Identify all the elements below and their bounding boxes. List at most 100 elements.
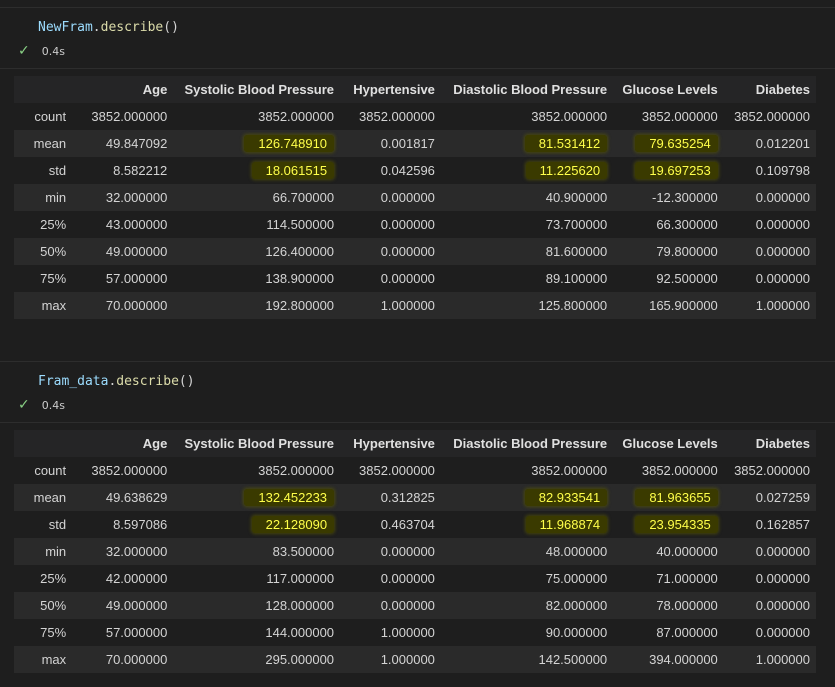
table-row: 75% 57.000000 138.900000 0.000000 89.100000 9… [14, 265, 816, 292]
table-cell: 70.000000 [74, 292, 174, 319]
table-cell: 57.000000 [74, 619, 174, 646]
row-label: 75% [14, 265, 75, 292]
table-cell: 295.000000 [173, 646, 341, 673]
column-header-diastolic: Diastolic Blood Pressure [440, 430, 614, 457]
execution-status: ✓ 0.4s [18, 44, 65, 58]
table-cell: 0.000000 [723, 538, 816, 565]
table-cell: 11.225620 [440, 157, 614, 184]
column-header-index [14, 430, 75, 457]
table-cell: -12.300000 [613, 184, 724, 211]
table-cell: 42.000000 [74, 565, 174, 592]
column-header-glucose: Glucose Levels [613, 430, 724, 457]
code-cell-2[interactable]: Fram_data.describe() ✓ 0.4s [0, 361, 835, 423]
table-cell: 49.638629 [74, 484, 174, 511]
table-cell: 11.968874 [440, 511, 614, 538]
table-cell: 82.000000 [440, 592, 614, 619]
table-cell: 1.000000 [723, 646, 816, 673]
code-line[interactable]: NewFram.describe() [38, 20, 179, 35]
table-cell: 0.463704 [340, 511, 441, 538]
table-cell: 48.000000 [440, 538, 614, 565]
highlighted-value: 23.954335 [635, 516, 718, 533]
table-cell: 0.000000 [340, 592, 441, 619]
table-cell: 8.582212 [74, 157, 174, 184]
table-cell: 19.697253 [613, 157, 724, 184]
table-cell: 0.000000 [340, 538, 441, 565]
table-cell: 75.000000 [440, 565, 614, 592]
table-cell: 0.162857 [723, 511, 816, 538]
row-label: 25% [14, 211, 75, 238]
row-label: std [14, 157, 75, 184]
describe-output-table-1: Age Systolic Blood Pressure Hypertensive… [14, 76, 816, 319]
table-cell: 144.000000 [173, 619, 341, 646]
code-cell-1[interactable]: NewFram.describe() ✓ 0.4s [0, 7, 835, 69]
table-cell: 40.000000 [613, 538, 724, 565]
highlighted-value: 132.452233 [244, 489, 335, 506]
table-cell: 22.128090 [173, 511, 341, 538]
table-cell: 0.000000 [723, 592, 816, 619]
highlighted-value: 18.061515 [251, 162, 335, 179]
table-cell: 0.000000 [723, 211, 816, 238]
row-label: std [14, 511, 75, 538]
code-parens: () [178, 374, 195, 389]
table-cell: 132.452233 [173, 484, 341, 511]
table-cell: 3852.000000 [173, 103, 341, 130]
table-cell: 71.000000 [613, 565, 724, 592]
highlighted-value: 81.531412 [524, 135, 608, 152]
column-header-systolic: Systolic Blood Pressure [173, 430, 341, 457]
table-cell: 3852.000000 [723, 457, 816, 484]
table-cell: 79.635254 [613, 130, 724, 157]
code-line[interactable]: Fram_data.describe() [38, 374, 195, 389]
table-cell: 0.000000 [723, 238, 816, 265]
table-cell: 3852.000000 [723, 103, 816, 130]
code-dot: . [92, 20, 101, 35]
table-cell: 126.400000 [173, 238, 341, 265]
table-cell: 66.300000 [613, 211, 724, 238]
highlighted-value: 82.933541 [524, 489, 608, 506]
table-row: std 8.582212 18.061515 0.042596 11.225620 19.… [14, 157, 816, 184]
table-cell: 0.000000 [723, 265, 816, 292]
table-cell: 0.000000 [340, 565, 441, 592]
table-cell: 82.933541 [440, 484, 614, 511]
highlighted-value: 11.968874 [525, 516, 608, 533]
table-cell: 0.000000 [723, 565, 816, 592]
table-row: min 32.000000 66.700000 0.000000 40.900000 -1… [14, 184, 816, 211]
execution-time: 0.4s [41, 44, 65, 58]
header-row: Age Systolic Blood Pressure Hypertensive… [14, 430, 816, 457]
table-cell: 81.963655 [613, 484, 724, 511]
table-row: mean 49.638629 132.452233 0.312825 82.933541… [14, 484, 816, 511]
table-cell: 40.900000 [440, 184, 614, 211]
table-cell: 1.000000 [340, 619, 441, 646]
execution-time: 0.4s [41, 398, 65, 412]
table-cell: 49.847092 [74, 130, 174, 157]
row-label: 50% [14, 238, 75, 265]
column-header-glucose: Glucose Levels [613, 76, 724, 103]
table-cell: 3852.000000 [340, 103, 441, 130]
table-cell: 8.597086 [74, 511, 174, 538]
table-cell: 3852.000000 [613, 103, 724, 130]
row-label: 25% [14, 565, 75, 592]
table-cell: 0.012201 [723, 130, 816, 157]
code-object: NewFram [38, 20, 93, 35]
column-header-diabetes: Diabetes [723, 76, 816, 103]
table-cell: 83.500000 [173, 538, 341, 565]
highlighted-value: 19.697253 [635, 162, 718, 179]
column-header-systolic: Systolic Blood Pressure [173, 76, 341, 103]
describe-output-table-2: Age Systolic Blood Pressure Hypertensive… [14, 430, 816, 673]
table-cell: 3852.000000 [440, 103, 614, 130]
table-cell: 3852.000000 [440, 457, 614, 484]
row-label: count [14, 457, 75, 484]
table-row: max 70.000000 192.800000 1.000000 125.800000… [14, 292, 816, 319]
table-cell: 78.000000 [613, 592, 724, 619]
table-cell: 3852.000000 [340, 457, 441, 484]
check-icon: ✓ [18, 43, 30, 59]
row-label: min [14, 538, 75, 565]
code-method: describe [116, 374, 179, 389]
table-cell: 0.000000 [340, 238, 441, 265]
table-cell: 32.000000 [74, 538, 174, 565]
table-row: 50% 49.000000 128.000000 0.000000 82.000000 7… [14, 592, 816, 619]
table-row: 25% 42.000000 117.000000 0.000000 75.000000 7… [14, 565, 816, 592]
header-row: Age Systolic Blood Pressure Hypertensive… [14, 76, 816, 103]
table-cell: 0.027259 [723, 484, 816, 511]
table-cell: 1.000000 [340, 646, 441, 673]
table-cell: 32.000000 [74, 184, 174, 211]
